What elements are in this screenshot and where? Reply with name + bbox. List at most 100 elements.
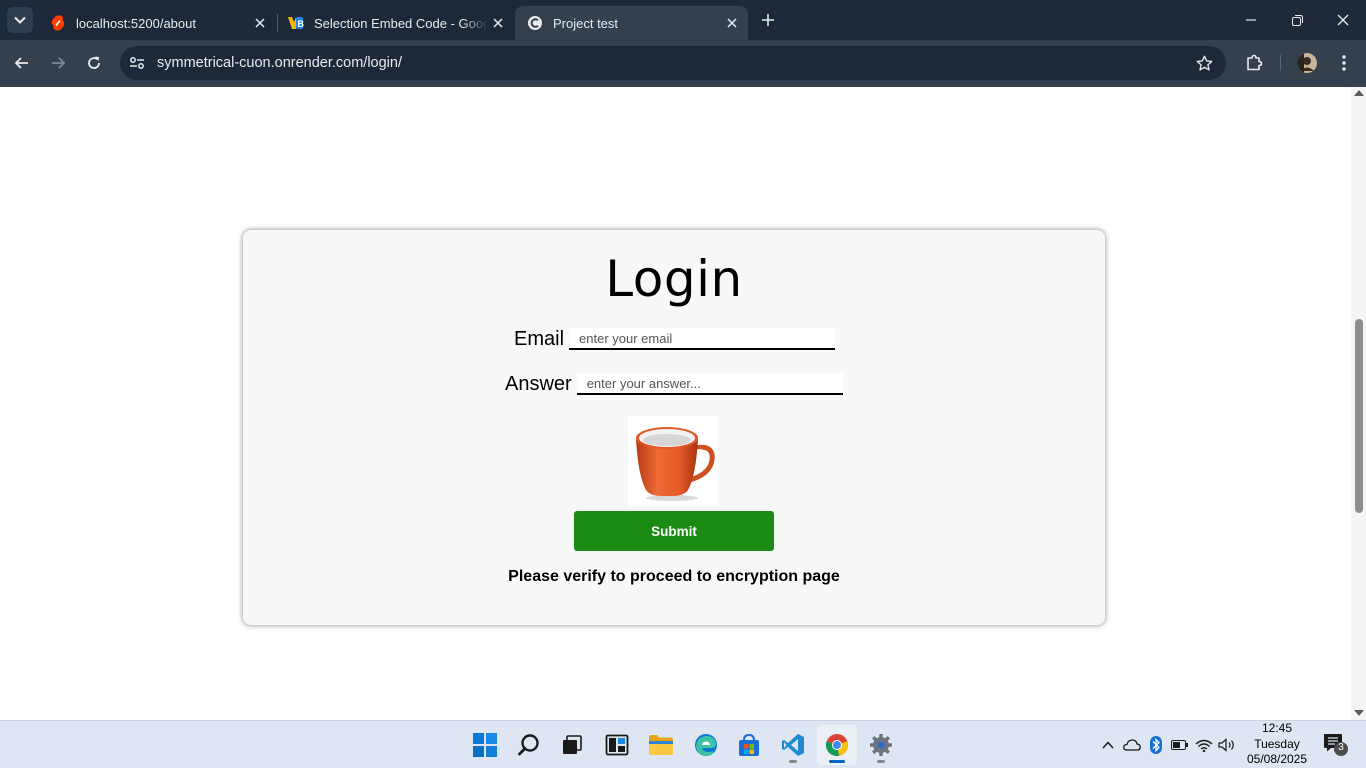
tab-localhost[interactable]: localhost:5200/about <box>38 6 276 40</box>
edge-icon <box>695 734 717 756</box>
page-scrollbar[interactable] <box>1351 87 1366 720</box>
extensions-button[interactable] <box>1239 48 1269 78</box>
render-icon <box>527 15 543 31</box>
clock-time: 12:45 <box>1261 721 1293 735</box>
windows-icon <box>473 733 497 757</box>
back-button[interactable] <box>7 48 37 78</box>
orange-cup-icon <box>636 427 715 501</box>
chevron-down-icon <box>14 16 26 24</box>
wifi-icon <box>1195 739 1213 752</box>
puzzle-icon <box>1247 54 1263 71</box>
task-view-icon <box>563 735 582 754</box>
close-icon[interactable] <box>488 13 508 33</box>
search-icon <box>518 734 539 756</box>
chrome-icon <box>825 734 849 756</box>
scroll-down-arrow-icon[interactable] <box>1354 710 1364 716</box>
close-window-button[interactable] <box>1320 0 1366 40</box>
chrome-button[interactable] <box>817 725 857 765</box>
close-icon <box>1337 14 1349 26</box>
close-icon[interactable] <box>722 13 742 33</box>
new-tab-button[interactable] <box>756 8 780 32</box>
volume-button[interactable] <box>1217 735 1237 755</box>
email-label: Email <box>514 328 565 350</box>
answer-label: Answer <box>505 373 572 395</box>
browser-toolbar: symmetrical-cuon.onrender.com/login/ <box>0 40 1366 87</box>
toolbar-divider <box>1280 55 1281 71</box>
start-button[interactable] <box>465 725 505 765</box>
svelte-icon <box>50 15 66 31</box>
store-icon <box>739 733 759 756</box>
page-title: Login <box>605 250 743 308</box>
site-info-icon[interactable] <box>123 49 151 77</box>
tab-title: Project test <box>553 15 619 31</box>
vs-code-icon <box>782 734 804 756</box>
menu-button[interactable] <box>1329 48 1359 78</box>
tab-search-button[interactable] <box>7 7 33 33</box>
close-icon[interactable] <box>250 13 270 33</box>
tab-project-test[interactable]: Project test <box>515 6 748 40</box>
tab-title: Selection Embed Code - Google <box>314 15 488 31</box>
submit-button[interactable]: Submit <box>574 511 774 551</box>
wifi-button[interactable] <box>1194 735 1214 755</box>
widgets-button[interactable] <box>597 725 637 765</box>
microsoft-store-button[interactable] <box>729 725 769 765</box>
arrow-left-icon <box>14 57 28 69</box>
battery-indicator[interactable] <box>1170 735 1190 755</box>
speaker-icon <box>1218 738 1234 752</box>
minimize-button[interactable] <box>1228 0 1274 40</box>
answer-row: Answer <box>505 373 843 395</box>
captcha-image <box>628 416 718 506</box>
login-card: Login Email Answer <box>243 230 1105 625</box>
yb-icon: B <box>288 15 304 31</box>
arrow-right-icon <box>52 57 66 69</box>
bluetooth-button[interactable] <box>1146 735 1166 755</box>
tab-strip: localhost:5200/about B Selection Embed C… <box>0 0 1366 40</box>
bookmark-star-icon[interactable] <box>1190 49 1218 77</box>
taskbar <box>0 720 1366 768</box>
more-vertical-icon <box>1342 55 1346 71</box>
notification-count: 3 <box>1338 742 1344 753</box>
verify-message: Please verify to proceed to encryption p… <box>508 568 840 585</box>
restore-button[interactable] <box>1274 0 1320 40</box>
bluetooth-icon <box>1150 736 1162 754</box>
running-indicator <box>877 760 885 763</box>
vs-code-button[interactable] <box>773 725 813 765</box>
chevron-up-icon <box>1102 741 1114 749</box>
clock-day: Tuesday <box>1254 736 1300 751</box>
reload-button[interactable] <box>79 48 109 78</box>
taskbar-search-button[interactable] <box>509 725 549 765</box>
tab-title: localhost:5200/about <box>76 15 196 31</box>
avatar-icon <box>1297 53 1317 73</box>
settings-button[interactable] <box>861 725 901 765</box>
task-view-button[interactable] <box>552 725 592 765</box>
folder-icon <box>649 735 673 755</box>
email-row: Email <box>514 328 836 350</box>
cloud-icon <box>1123 739 1141 751</box>
widgets-icon <box>605 734 629 756</box>
url-text: symmetrical-cuon.onrender.com/login/ <box>157 55 402 71</box>
forward-button[interactable] <box>43 48 73 78</box>
plus-icon <box>762 14 774 26</box>
reload-icon <box>88 56 100 69</box>
onedrive-button[interactable] <box>1122 735 1142 755</box>
file-explorer-button[interactable] <box>641 725 681 765</box>
restore-icon <box>1291 14 1303 26</box>
active-indicator <box>829 760 845 763</box>
page-viewport: Login Email Answer <box>0 87 1351 720</box>
email-field[interactable] <box>569 328 836 350</box>
battery-icon <box>1171 740 1188 750</box>
clock-date: 05/08/2025 <box>1246 752 1308 766</box>
notification-center-button[interactable]: 3 <box>1322 732 1350 758</box>
address-bar[interactable]: symmetrical-cuon.onrender.com/login/ <box>120 46 1226 80</box>
minimize-icon <box>1246 19 1256 21</box>
edge-button[interactable] <box>686 725 726 765</box>
answer-field[interactable] <box>576 373 843 395</box>
scroll-thumb[interactable] <box>1355 319 1363 513</box>
taskbar-clock[interactable]: 12:45 Tuesday 05/08/2025 <box>1240 721 1314 768</box>
scroll-up-arrow-icon[interactable] <box>1354 90 1364 96</box>
tray-overflow-button[interactable] <box>1098 735 1118 755</box>
tab-selection-embed[interactable]: B Selection Embed Code - Google <box>276 6 514 40</box>
gear-icon <box>870 734 892 756</box>
profile-avatar[interactable] <box>1292 48 1322 78</box>
running-indicator <box>789 760 797 763</box>
